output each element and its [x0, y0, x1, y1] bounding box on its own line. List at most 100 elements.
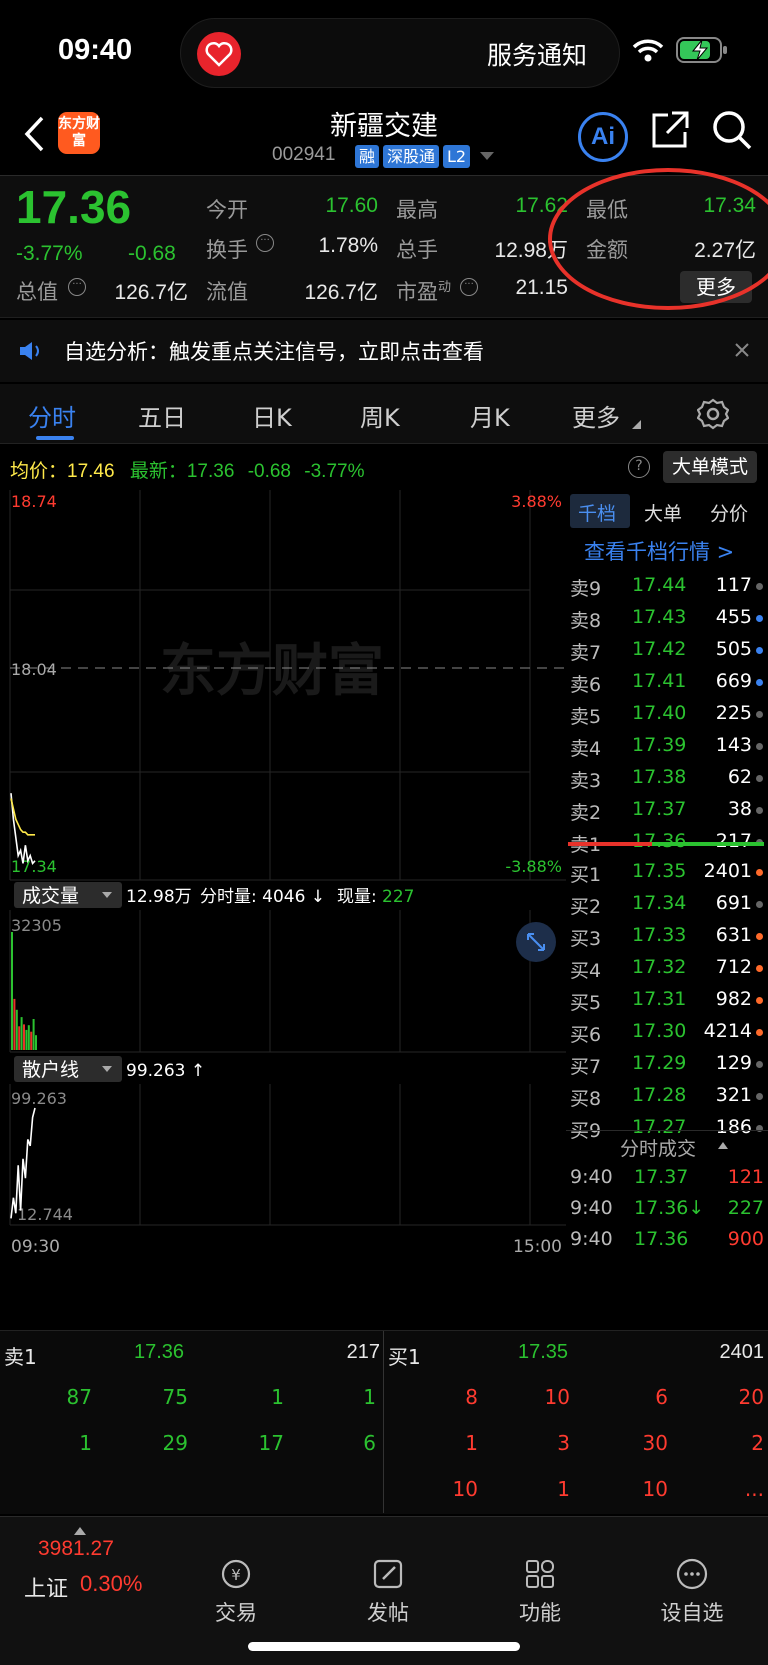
trade-time: 9:40 [570, 1166, 613, 1188]
level-label: 卖8 [570, 610, 602, 632]
view-depth-link[interactable]: 查看千档行情 > [584, 536, 734, 566]
ask-row[interactable]: 卖3 17.38 62 [566, 762, 768, 794]
ticker-sell-cell: 1 [271, 1385, 284, 1409]
settings-gear-icon[interactable] [697, 398, 729, 430]
book-tab-price[interactable]: 分价 [710, 499, 748, 526]
bid-row[interactable]: 买4 17.32 712 [566, 952, 768, 984]
trade-price: 17.36 [634, 1228, 689, 1250]
trade-vol: 121 [727, 1166, 764, 1188]
retail-top-label: 99.263 [11, 1089, 67, 1108]
tab-trade[interactable]: ¥ 交易 [186, 1557, 286, 1627]
ask-row[interactable]: 卖8 17.43 455 [566, 602, 768, 634]
notice-text: 自选分析：触发重点关注信号，立即点击查看 [64, 340, 484, 364]
turnover-label: 换手 [206, 238, 248, 262]
ask-row[interactable]: 卖7 17.42 505 [566, 634, 768, 666]
active-tab-indicator [36, 436, 74, 440]
bid-row[interactable]: 买8 17.28 321 [566, 1080, 768, 1112]
index-value[interactable]: 3981.27 [38, 1537, 114, 1561]
home-indicator[interactable] [248, 1642, 520, 1651]
level-label: 卖6 [570, 674, 602, 696]
tab-five-day[interactable]: 五日 [138, 398, 186, 433]
avg-label: 均价： [10, 461, 68, 482]
app-heart-icon [197, 32, 241, 76]
change-percent: -3.77% [16, 242, 83, 265]
pe-info-icon[interactable]: ··· [460, 278, 478, 296]
volume-bar [27, 1025, 30, 1050]
bid-row[interactable]: 买6 17.30 4214 [566, 1016, 768, 1048]
bid-row[interactable]: 买2 17.34 691 [566, 888, 768, 920]
search-icon[interactable] [710, 108, 754, 152]
tab-monthly-k[interactable]: 月K [470, 398, 510, 433]
level-volume: 669 [715, 670, 752, 692]
level-dot [756, 1093, 763, 1100]
tab-more[interactable]: 更多 [572, 398, 620, 433]
share-icon[interactable] [650, 110, 690, 150]
level-volume: 4214 [703, 1020, 752, 1042]
volume-bar [32, 1019, 35, 1050]
dynamic-island[interactable]: 服务通知 [180, 18, 620, 88]
help-icon[interactable]: ? [628, 456, 650, 478]
ticker-sell-cell: 75 [162, 1385, 188, 1409]
average-price-info: 均价：17.46 最新：17.36 -0.68 -3.77% [10, 456, 364, 483]
trade-row: 9:40 17.36↓ 227 [566, 1195, 768, 1225]
more-arrow-icon [632, 420, 641, 429]
retail-selector-label: 散户线 [22, 1059, 79, 1081]
tab-post[interactable]: 发帖 [338, 1557, 438, 1627]
trades-title[interactable]: 分时成交 [620, 1134, 696, 1161]
turnover-info-icon[interactable]: ··· [256, 234, 274, 252]
level-volume: 631 [715, 924, 752, 946]
ai-button[interactable]: Ai [578, 112, 628, 162]
chevron-down-icon[interactable] [480, 152, 494, 161]
ticker-sell-cell: 17 [258, 1431, 284, 1455]
time-end-label: 15:00 [513, 1237, 562, 1257]
ask-row[interactable]: 卖6 17.41 669 [566, 666, 768, 698]
volume-period: 分时量: 4046 ↓ [200, 887, 325, 907]
bid-row[interactable]: 买5 17.31 982 [566, 984, 768, 1016]
book-tab-depth[interactable]: 千档 [578, 499, 616, 526]
trade-row: 9:40 17.36 900 [566, 1226, 768, 1256]
index-name[interactable]: 上证 [24, 1571, 68, 1603]
ticker-sell-label: 卖1 [4, 1345, 37, 1369]
intraday-chart[interactable]: 东方财富 18.74 3.88% 18.04 17.34 -3.88% 成交量 … [0, 490, 566, 1330]
ticker-buy-cell: 8 [465, 1385, 478, 1409]
tab-functions-label: 功能 [519, 1601, 561, 1625]
volume-bar [25, 1029, 28, 1050]
trades-divider [566, 1130, 768, 1131]
ticker-buy-cell: 1 [557, 1477, 570, 1501]
level-dot [756, 869, 763, 876]
tab-weekly-k[interactable]: 周K [360, 398, 400, 433]
tab-add-watchlist[interactable]: 设自选 [642, 1557, 742, 1627]
volume-now-label: 现量: [337, 887, 377, 907]
chart-svg[interactable]: 东方财富 18.74 3.88% 18.04 17.34 -3.88% 成交量 … [0, 490, 566, 1330]
ask-row[interactable]: 卖9 17.44 117 [566, 570, 768, 602]
trade-price: 17.37 [634, 1166, 689, 1188]
large-order-mode-button[interactable]: 大单模式 [663, 451, 757, 483]
level-volume: 225 [715, 702, 752, 724]
ask-row[interactable]: 卖4 17.39 143 [566, 730, 768, 762]
level-label: 买2 [570, 896, 602, 918]
close-icon[interactable] [734, 342, 750, 358]
index-percent[interactable]: 0.30% [80, 1571, 142, 1597]
level-label: 卖2 [570, 802, 602, 824]
index-expand-icon[interactable] [74, 1527, 86, 1535]
book-tab-large[interactable]: 大单 [644, 499, 682, 526]
bid-row[interactable]: 买3 17.33 631 [566, 920, 768, 952]
bid-row[interactable]: 买1 17.35 2401 [566, 856, 768, 888]
watermark: 东方财富 [160, 639, 384, 704]
more-info-icon[interactable]: ··· [68, 278, 86, 296]
tab-intraday[interactable]: 分时 [28, 398, 76, 433]
market-cap-value: 126.7亿 [114, 281, 188, 304]
trade-row: 9:40 17.37 121 [566, 1164, 768, 1194]
level-label: 买7 [570, 1056, 602, 1078]
tab-daily-k[interactable]: 日K [252, 398, 292, 433]
ticker-sell-cell: 1 [79, 1431, 92, 1455]
volume-total: 12.98万 [126, 887, 192, 907]
nav-bar: 东方财富 新疆交建 002941 融 深股通 L2 Ai [0, 100, 768, 176]
level-label: 卖4 [570, 738, 602, 760]
tab-functions[interactable]: 功能 [490, 1557, 590, 1627]
bid-row[interactable]: 买7 17.29 129 [566, 1048, 768, 1080]
notice-banner[interactable]: 自选分析：触发重点关注信号，立即点击查看 [0, 320, 768, 382]
ask-row[interactable]: 卖5 17.40 225 [566, 698, 768, 730]
ticker-buy-volume: 2401 [719, 1341, 765, 1363]
ask-row[interactable]: 卖2 17.37 38 [566, 794, 768, 826]
